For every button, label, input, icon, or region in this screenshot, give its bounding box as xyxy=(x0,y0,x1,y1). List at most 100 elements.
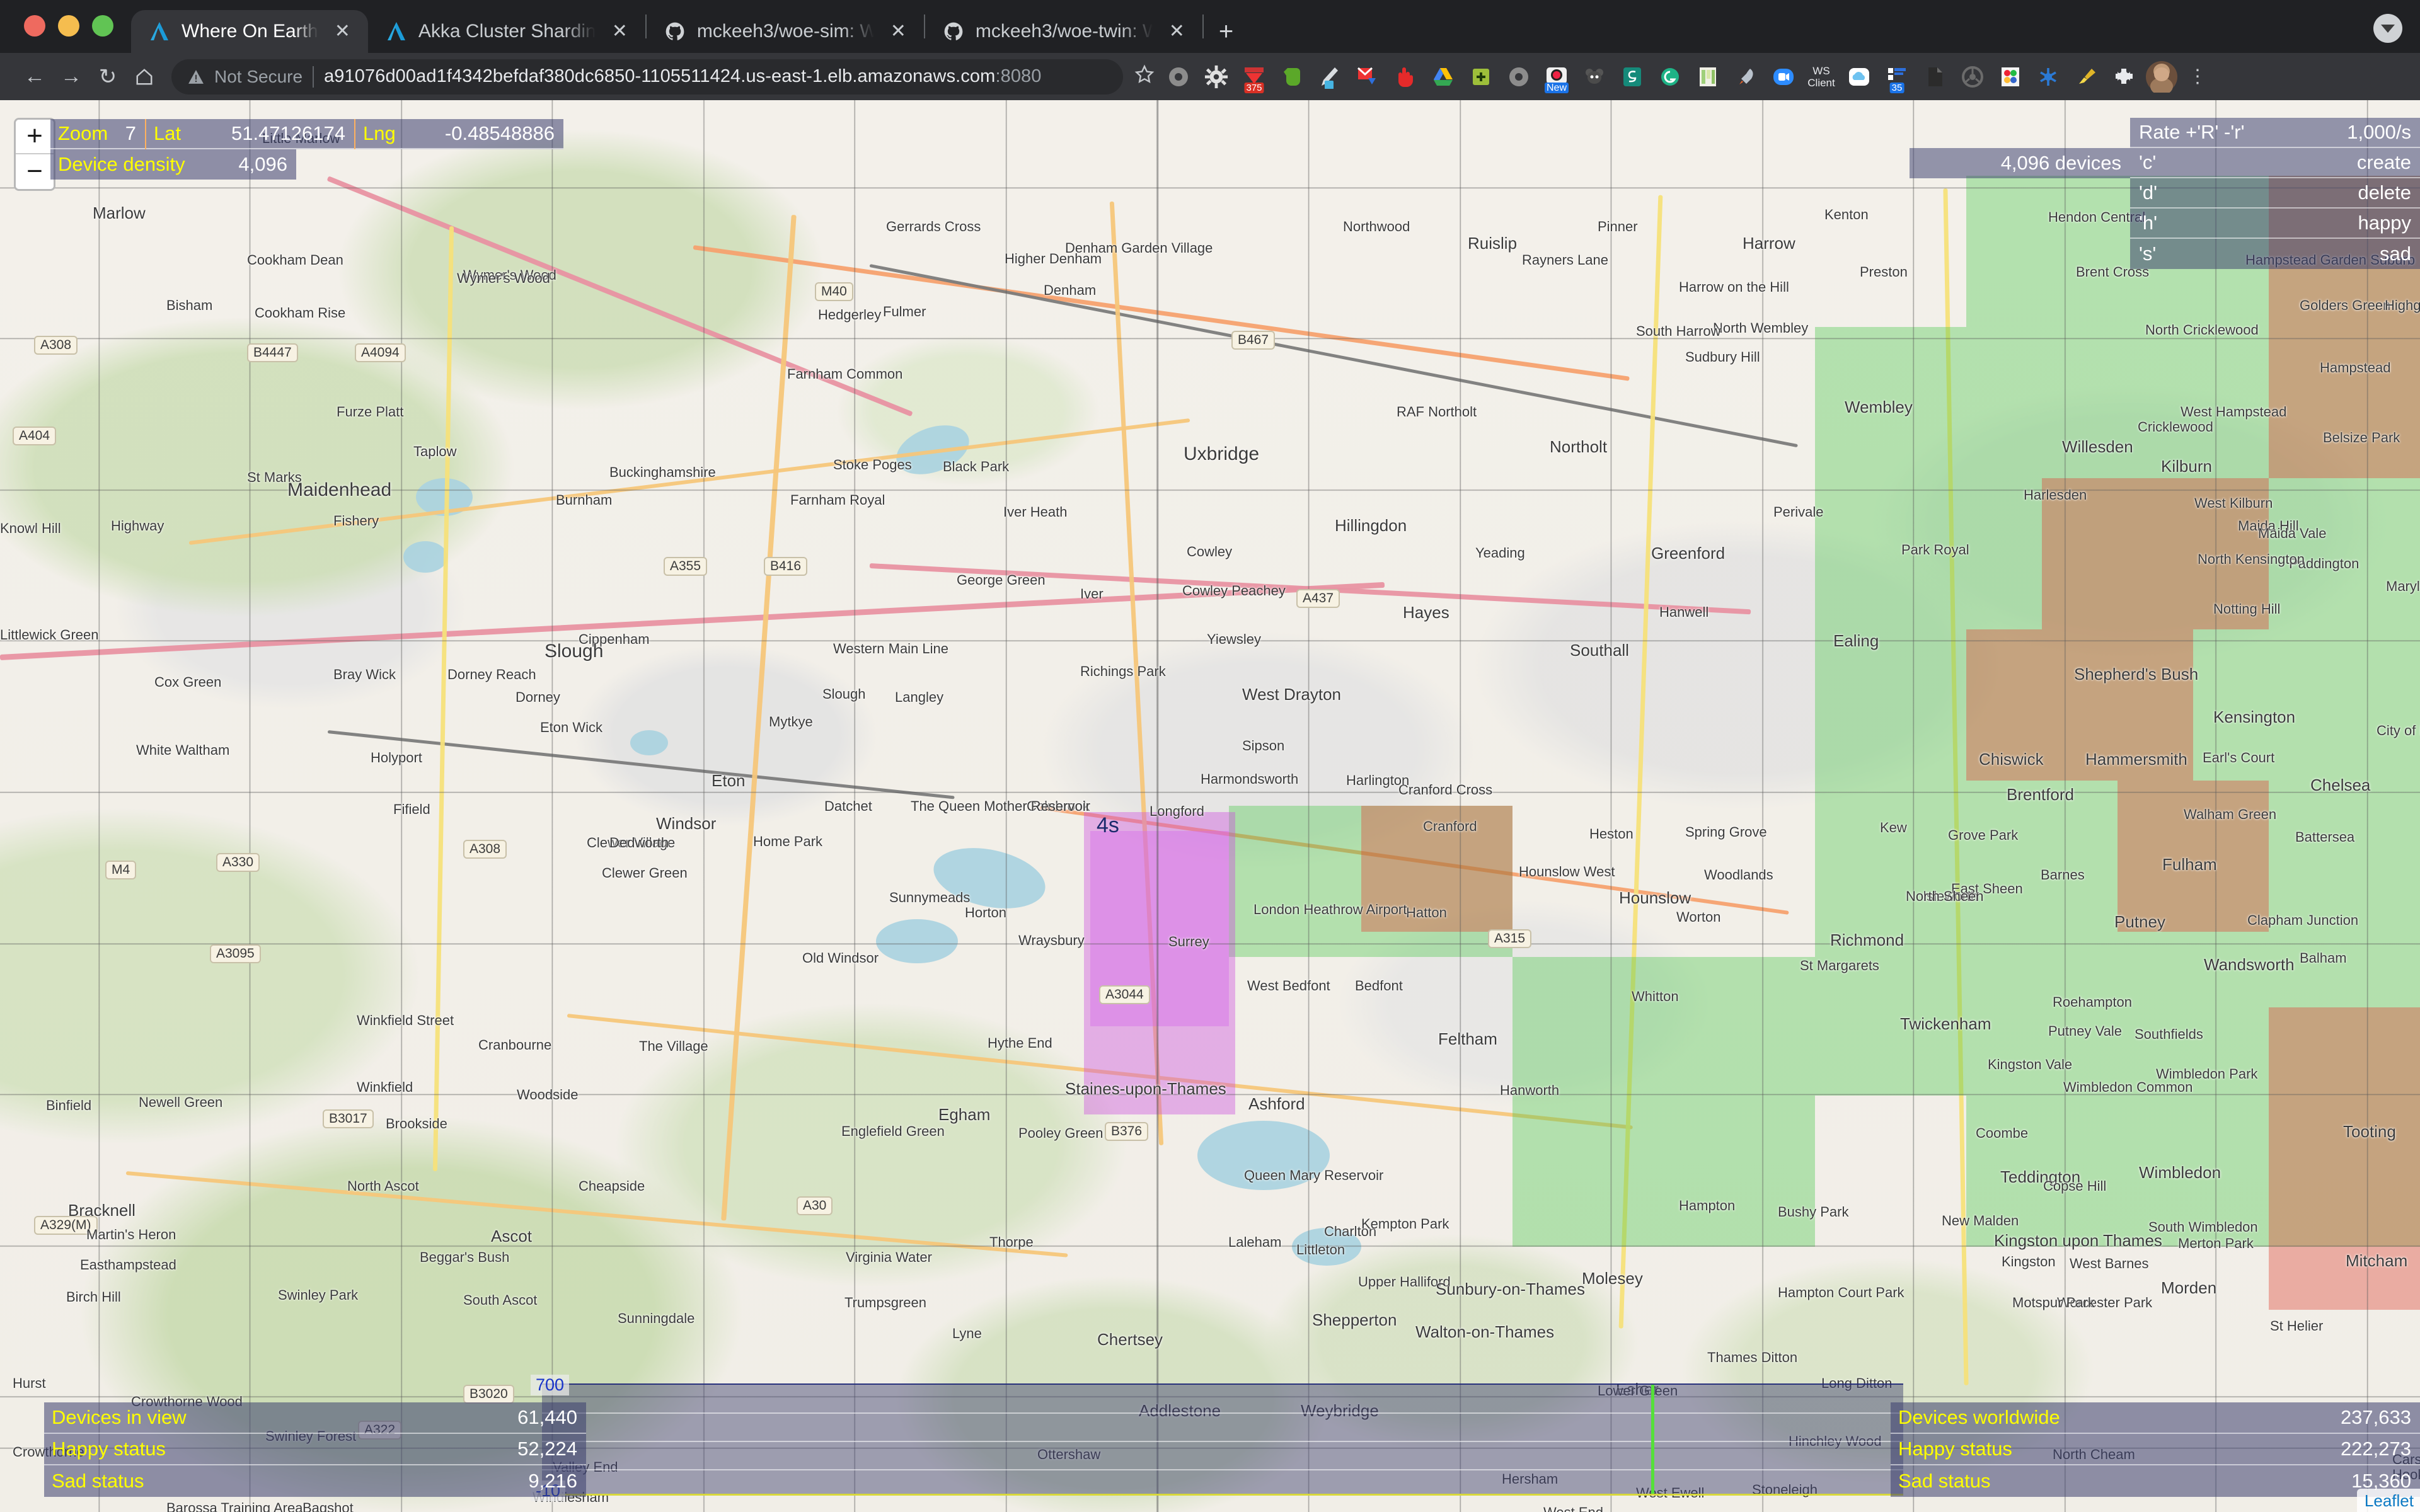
hud-lat-cell: Lat 51.47126174 xyxy=(146,119,354,149)
hud-key-sad: 's' xyxy=(2139,243,2157,265)
close-tab-button[interactable]: ✕ xyxy=(1165,22,1189,41)
map-zoom-control[interactable]: + − xyxy=(14,118,55,191)
adblock-hand-icon[interactable] xyxy=(1388,59,1423,94)
zoom-video-icon[interactable] xyxy=(1766,59,1801,94)
profile-avatar[interactable] xyxy=(2144,59,2179,94)
water-feature xyxy=(1197,1121,1330,1190)
hud-label: Happy status xyxy=(52,1438,166,1460)
hud-happy-row[interactable]: 'h' happy xyxy=(2130,209,2420,239)
region-sad[interactable] xyxy=(2269,1007,2420,1310)
kebab-menu-icon[interactable]: ⋮ xyxy=(2182,66,2213,88)
hud-lng-value: -0.48548886 xyxy=(444,122,555,144)
hud-action-happy: happy xyxy=(2358,212,2411,234)
tab-akka-cluster-sharding-viewer[interactable]: Akka Cluster Sharding Viewer ✕ xyxy=(368,10,645,53)
hud-row-devices-in-view: Devices in view 61,440 xyxy=(44,1402,586,1434)
region-sad[interactable] xyxy=(2042,478,2269,629)
hud-row-happy-worldwide: Happy status 222,273 xyxy=(1891,1434,2420,1465)
region-selected-highlight[interactable] xyxy=(1090,831,1229,1026)
broom-icon[interactable] xyxy=(2068,59,2104,94)
hud-density-label: Device density xyxy=(58,153,185,175)
water-feature xyxy=(1292,1228,1361,1266)
hud-zoom-label: Zoom xyxy=(58,122,108,144)
tab-title: mckeeh3/woe-twin: Where On xyxy=(975,21,1153,42)
hud-rate-value: 1,000/s xyxy=(2347,121,2411,143)
hud-key-create: 'c' xyxy=(2139,151,2157,173)
panda-icon[interactable] xyxy=(1577,59,1612,94)
hud-rate-label: Rate +'R' -'r' xyxy=(2139,121,2245,143)
honey-icon[interactable] xyxy=(1161,59,1196,94)
colorful-circles-icon[interactable] xyxy=(1993,59,2028,94)
evernote-icon[interactable] xyxy=(1274,59,1310,94)
region-label: 4s xyxy=(1097,813,1119,837)
sheets-icon[interactable] xyxy=(1690,59,1726,94)
pen-icon[interactable] xyxy=(1312,59,1347,94)
reload-button[interactable]: ↻ xyxy=(89,59,126,95)
steering-wheel-icon[interactable] xyxy=(1955,59,1990,94)
hud-key-delete: 'd' xyxy=(2139,181,2158,203)
grammarly-g-icon[interactable] xyxy=(1652,59,1688,94)
map-attribution[interactable]: Leaflet xyxy=(2356,1489,2420,1512)
hud-create-row[interactable]: 'c' create xyxy=(2130,148,2420,178)
ws-client-icon[interactable]: WS Client xyxy=(1804,59,1839,94)
ring-icon[interactable] xyxy=(1501,59,1536,94)
close-tab-button[interactable]: ✕ xyxy=(608,22,631,41)
forward-button[interactable]: → xyxy=(53,59,89,95)
minimize-window-button[interactable] xyxy=(58,15,79,37)
s-icon[interactable] xyxy=(1615,59,1650,94)
water-feature xyxy=(403,541,447,573)
window-traffic-lights xyxy=(13,15,131,53)
tab-where-on-earth[interactable]: Where On Earth ✕ xyxy=(131,10,368,53)
leaflet-link[interactable]: Leaflet xyxy=(2365,1491,2414,1510)
hud-row-devices-worldwide: Devices worldwide 237,633 xyxy=(1891,1402,2420,1434)
gmail-icon[interactable] xyxy=(1350,59,1385,94)
close-window-button[interactable] xyxy=(24,15,45,37)
browser-window: Where On Earth ✕ Akka Cluster Sharding V… xyxy=(0,0,2420,1512)
home-icon[interactable] xyxy=(126,59,163,95)
puzzle-piece-icon[interactable] xyxy=(2106,59,2141,94)
hud-action-delete: delete xyxy=(2358,181,2411,203)
camera-icon[interactable]: New xyxy=(1539,59,1574,94)
hud-zoom-cell: Zoom 7 xyxy=(50,119,145,149)
browser-toolbar: ← → ↻ Not Secure a91076d00ad1f4342befdaf… xyxy=(0,53,2420,100)
maximize-window-button[interactable] xyxy=(92,15,113,37)
address-bar[interactable]: Not Secure a91076d00ad1f4342befdaf380dc6… xyxy=(171,59,1123,94)
hud-label: Devices in view xyxy=(52,1406,187,1428)
hud-delete-row[interactable]: 'd' delete xyxy=(2130,178,2420,209)
tab-title: mckeeh3/woe-sim: Where On E xyxy=(696,21,874,42)
hud-lng-cell: Lng -0.48548886 xyxy=(355,119,563,149)
keep-icon[interactable]: 35 xyxy=(1879,59,1915,94)
downloads-icon[interactable]: 375 xyxy=(1236,59,1272,94)
url-text: a91076d00ad1f4342befdaf380dc6850-1105511… xyxy=(324,66,1041,87)
hud-sad-row[interactable]: 's' sad xyxy=(2130,239,2420,269)
device-rate-chart: 700 -10 xyxy=(531,1375,1903,1501)
google-drive-icon[interactable] xyxy=(1426,59,1461,94)
rocket-icon[interactable] xyxy=(1728,59,1763,94)
hud-controls-panel: Rate +'R' -'r' 1,000/s 'c' create 'd' de… xyxy=(2130,118,2420,269)
zoom-out-button[interactable]: − xyxy=(16,154,54,189)
region-happy[interactable] xyxy=(1815,327,1966,1096)
tab-woe-twin[interactable]: mckeeh3/woe-twin: Where On ✕ xyxy=(925,10,1202,53)
star-icon[interactable] xyxy=(1134,64,1155,89)
region-happy[interactable] xyxy=(1512,957,1815,1247)
close-tab-button[interactable]: ✕ xyxy=(331,22,354,41)
gear-icon[interactable] xyxy=(1199,59,1234,94)
hud-devices-in-view-panel: Devices in view 61,440 Happy status 52,2… xyxy=(44,1402,586,1497)
chart-gridline xyxy=(542,1441,1903,1442)
back-button[interactable]: ← xyxy=(16,59,53,95)
document-icon[interactable] xyxy=(1917,59,1952,94)
hud-devices-row: 4,096 devices xyxy=(1910,148,2130,178)
tab-woe-sim[interactable]: mckeeh3/woe-sim: Where On E ✕ xyxy=(647,10,924,53)
region-sad[interactable] xyxy=(1966,629,2193,781)
cloud-icon[interactable] xyxy=(1841,59,1877,94)
map-viewport[interactable]: 4s Little MarlowMarlowCookham DeanCookha… xyxy=(0,100,2420,1512)
region-sad[interactable] xyxy=(2118,781,2269,932)
close-tab-button[interactable]: ✕ xyxy=(887,22,910,41)
water-feature xyxy=(876,919,958,963)
new-tab-button[interactable]: + xyxy=(1204,19,1248,53)
chevron-down-circle-icon[interactable] xyxy=(2373,14,2402,43)
akka-icon xyxy=(387,21,406,42)
note-plus-icon[interactable] xyxy=(1463,59,1499,94)
asterisk-icon[interactable] xyxy=(2031,59,2066,94)
zoom-in-button[interactable]: + xyxy=(16,120,54,154)
region-sad[interactable] xyxy=(1361,806,1512,932)
